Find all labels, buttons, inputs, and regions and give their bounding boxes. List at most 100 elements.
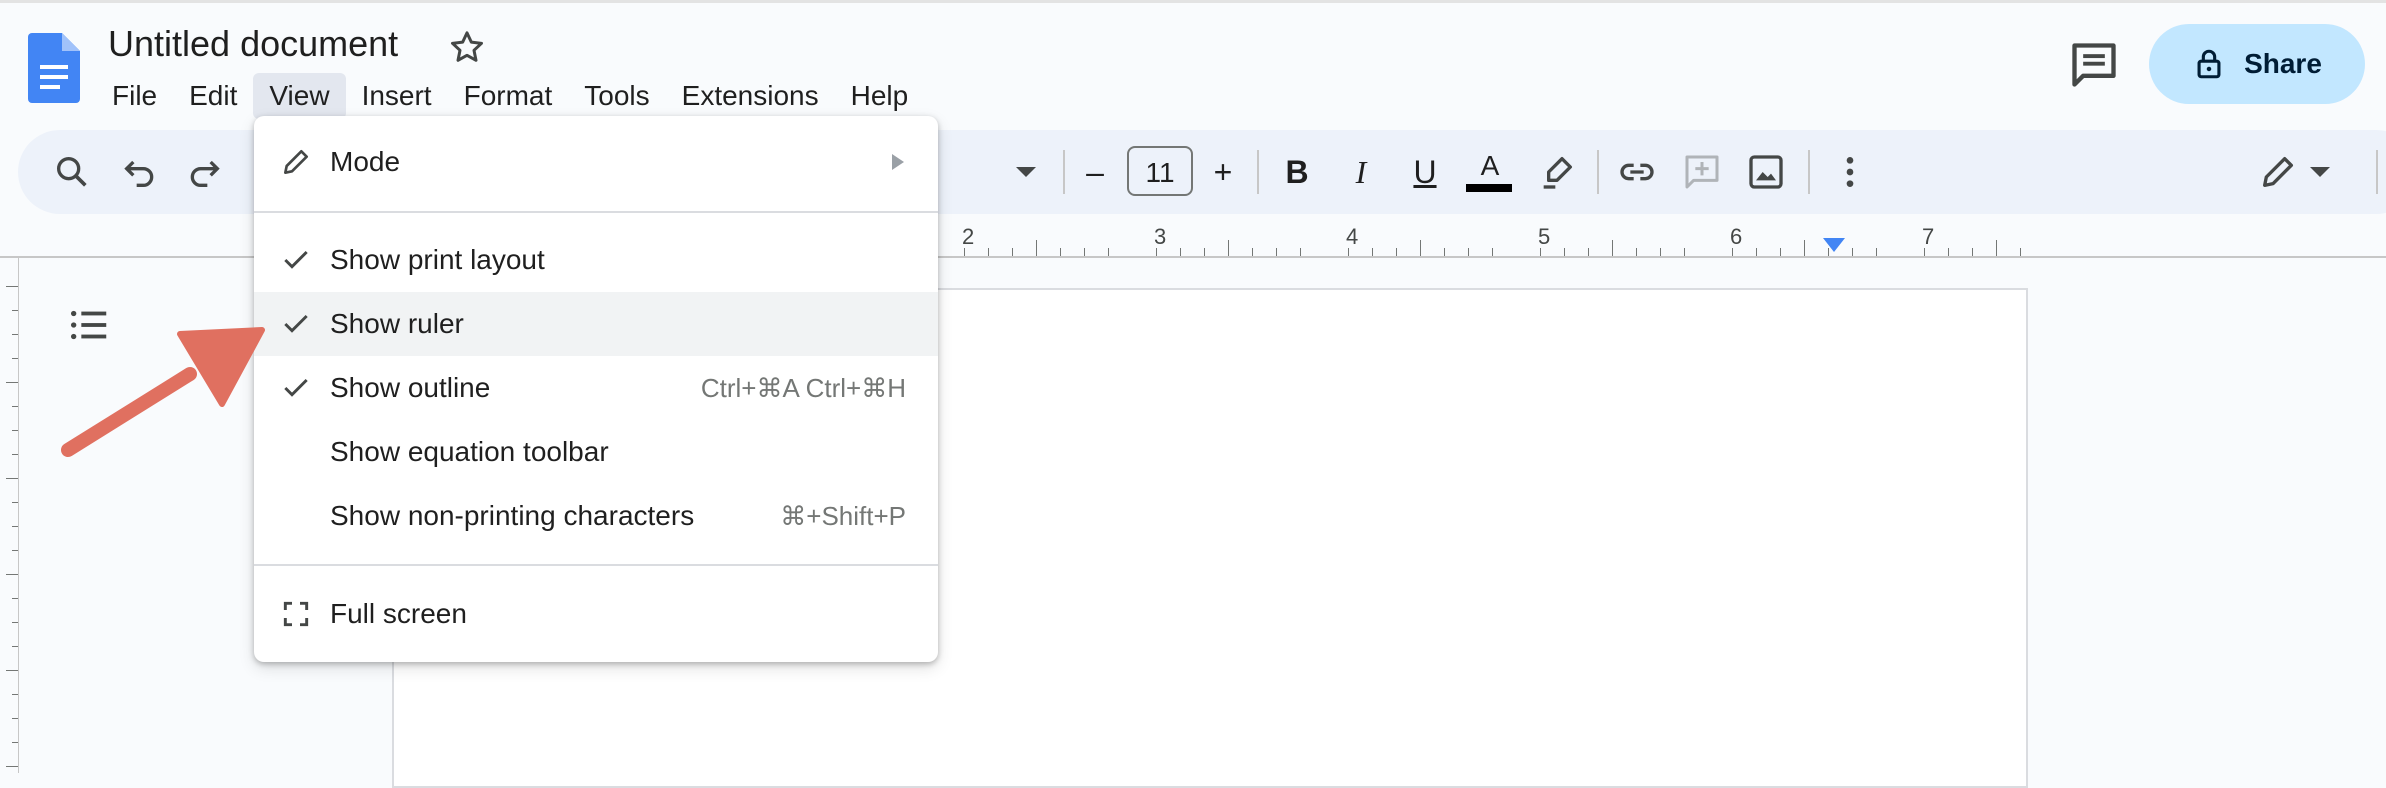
comment-icon[interactable] xyxy=(2068,39,2120,91)
font-dropdown-arrow-icon[interactable] xyxy=(1006,152,1046,192)
insert-image-icon[interactable] xyxy=(1746,152,1786,192)
ruler-tick xyxy=(1444,248,1445,256)
toolbar-divider xyxy=(1063,150,1065,194)
ruler-tick xyxy=(1348,248,1349,256)
editing-mode-pencil-icon[interactable] xyxy=(2258,152,2298,192)
vertical-ruler-tick xyxy=(6,286,18,287)
keyboard-shortcut: Ctrl+⌘A Ctrl+⌘H xyxy=(700,373,906,403)
checkmark-icon xyxy=(284,378,308,397)
ruler-tick xyxy=(1252,248,1253,256)
menu-item-label: Show outline xyxy=(330,372,491,403)
menu-item-show-equation-toolbar[interactable]: Show equation toolbar xyxy=(254,420,938,484)
checkmark-icon xyxy=(284,314,308,333)
checkmark-icon xyxy=(284,250,308,269)
editing-mode-dropdown-icon[interactable] xyxy=(2300,152,2340,192)
menu-item-show-print-layout[interactable]: Show print layout xyxy=(254,228,938,292)
add-comment-icon[interactable] xyxy=(1682,152,1722,192)
highlighter-icon[interactable] xyxy=(1537,152,1577,192)
ruler-number: 5 xyxy=(1538,224,1551,249)
right-indent-marker-icon[interactable] xyxy=(1823,238,1845,254)
menu-divider xyxy=(254,564,938,566)
text-color-swatch xyxy=(1466,184,1512,192)
ruler-tick xyxy=(1300,248,1301,256)
ruler-tick xyxy=(1876,248,1877,256)
menu-format[interactable]: Format xyxy=(448,73,569,119)
more-options-icon[interactable] xyxy=(1830,152,1870,192)
menu-item-show-ruler[interactable]: Show ruler xyxy=(254,292,938,356)
decrease-font-size-button[interactable]: – xyxy=(1075,150,1115,194)
increase-font-size-button[interactable]: + xyxy=(1203,150,1243,194)
ruler-tick xyxy=(1756,248,1757,256)
vertical-ruler-tick xyxy=(12,406,18,407)
pencil-icon xyxy=(284,150,308,174)
ruler-tick xyxy=(2020,248,2021,256)
menu-item-show-outline[interactable]: Show outline Ctrl+⌘A Ctrl+⌘H xyxy=(254,356,938,420)
header: Untitled document File Edit View Insert … xyxy=(0,3,2386,127)
menu-item-label: Mode xyxy=(330,146,401,177)
ruler-tick xyxy=(1804,240,1805,256)
ruler-tick xyxy=(1948,248,1949,256)
vertical-ruler-tick xyxy=(12,430,18,431)
redo-icon[interactable] xyxy=(184,152,224,192)
document-outline-icon[interactable] xyxy=(66,302,112,348)
keyboard-shortcut: ⌘+Shift+P xyxy=(780,501,906,531)
vertical-ruler[interactable] xyxy=(0,258,19,773)
ruler-tick xyxy=(1228,240,1229,256)
vertical-ruler-tick xyxy=(12,526,18,527)
menu-bar: File Edit View Insert Format Tools Exten… xyxy=(96,73,924,119)
menu-item-show-non-printing-characters[interactable]: Show non-printing characters ⌘+Shift+P xyxy=(254,484,938,548)
view-menu-dropdown: Mode Show print layout Show ruler Show o… xyxy=(254,116,938,662)
menu-item-mode[interactable]: Mode xyxy=(254,130,938,194)
menu-help[interactable]: Help xyxy=(835,73,925,119)
ruler-tick xyxy=(1588,248,1589,256)
text-color-button[interactable]: A xyxy=(1470,144,1510,188)
vertical-ruler-tick xyxy=(12,598,18,599)
italic-button[interactable]: I xyxy=(1341,150,1381,194)
vertical-ruler-tick xyxy=(12,742,18,743)
menu-extensions[interactable]: Extensions xyxy=(666,73,835,119)
ruler-number: 2 xyxy=(962,224,975,249)
document-title[interactable]: Untitled document xyxy=(108,21,398,67)
ruler-tick xyxy=(1564,248,1565,256)
ruler-tick xyxy=(1780,248,1781,256)
vertical-ruler-tick xyxy=(12,454,18,455)
ruler-tick xyxy=(1396,248,1397,256)
ruler-tick xyxy=(1972,248,1973,256)
ruler-tick xyxy=(1636,248,1637,256)
ruler-tick xyxy=(1684,248,1685,256)
menu-file[interactable]: File xyxy=(96,73,173,119)
ruler-tick xyxy=(1084,248,1085,256)
menu-tools[interactable]: Tools xyxy=(568,73,665,119)
toolbar-divider xyxy=(1257,150,1259,194)
search-icon[interactable] xyxy=(52,152,92,192)
docs-logo-icon[interactable] xyxy=(28,33,80,103)
menu-item-label: Full screen xyxy=(330,598,467,629)
ruler-tick xyxy=(964,248,965,256)
ruler-tick xyxy=(1372,248,1373,256)
toolbar-divider xyxy=(2376,150,2378,194)
vertical-ruler-tick xyxy=(12,502,18,503)
menu-view[interactable]: View xyxy=(253,73,346,119)
menu-insert[interactable]: Insert xyxy=(346,73,448,119)
share-button[interactable]: Share xyxy=(2149,24,2365,104)
ruler-tick xyxy=(1108,248,1109,256)
menu-item-label: Show non-printing characters xyxy=(330,500,695,531)
share-label: Share xyxy=(2244,48,2322,79)
vertical-ruler-tick xyxy=(12,310,18,311)
undo-icon[interactable] xyxy=(120,152,160,192)
vertical-ruler-tick xyxy=(12,646,18,647)
menu-item-label: Show ruler xyxy=(330,308,464,339)
star-icon[interactable] xyxy=(447,27,487,67)
ruler-tick xyxy=(988,248,989,256)
ruler-tick xyxy=(1996,240,1997,256)
ruler-tick xyxy=(1180,248,1181,256)
font-size-input[interactable]: 11 xyxy=(1127,146,1193,196)
ruler-tick xyxy=(1204,248,1205,256)
underline-button[interactable]: U xyxy=(1405,150,1445,194)
bold-button[interactable]: B xyxy=(1277,150,1317,194)
menu-item-full-screen[interactable]: Full screen xyxy=(254,582,938,646)
link-icon[interactable] xyxy=(1617,152,1657,192)
ruler-number: 4 xyxy=(1346,224,1359,249)
menu-edit[interactable]: Edit xyxy=(173,73,253,119)
toolbar-divider xyxy=(1808,150,1810,194)
